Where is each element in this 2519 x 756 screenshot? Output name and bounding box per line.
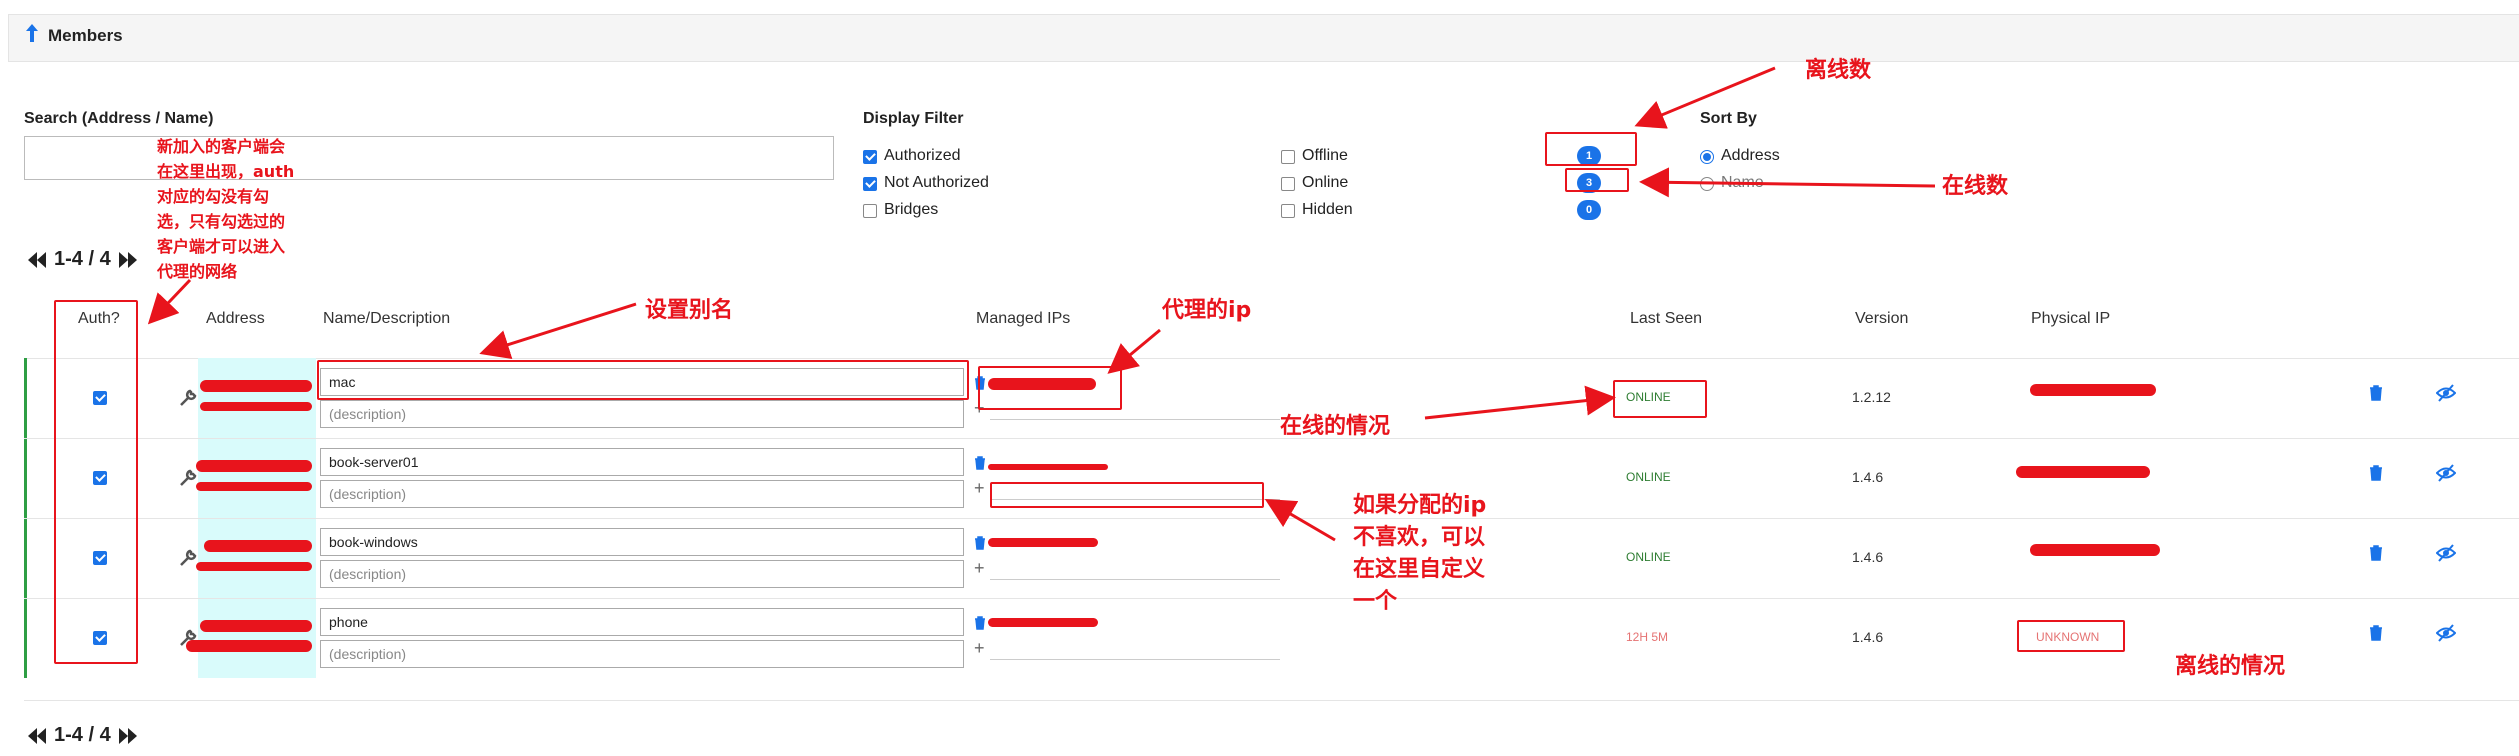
annotation-arrows: [147, 66, 1936, 542]
